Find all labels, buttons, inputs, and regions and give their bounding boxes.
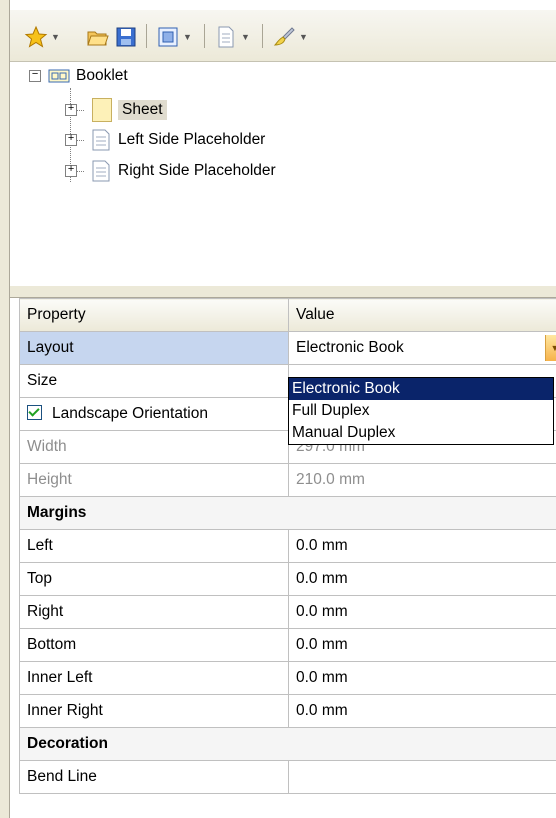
property-grid: Property Value Layout Electronic Book ▼ …: [19, 298, 556, 794]
property-name: Height: [19, 463, 289, 497]
property-row-layout[interactable]: Layout Electronic Book ▼: [19, 331, 556, 365]
property-name: Bottom: [19, 628, 289, 662]
property-value[interactable]: 0.0 mm: [288, 529, 556, 563]
property-value[interactable]: [288, 760, 556, 794]
tree-node-label: Booklet: [76, 67, 128, 84]
tree-node-label: Left Side Placeholder: [118, 131, 266, 148]
property-name: Width: [19, 430, 289, 464]
property-name: Top: [19, 562, 289, 596]
star-icon: [24, 25, 48, 48]
tree-node-label: Sheet: [118, 100, 167, 120]
open-folder-icon: [87, 31, 109, 46]
save-button[interactable]: [114, 24, 138, 50]
chevron-down-icon[interactable]: ▼: [299, 32, 308, 42]
property-name: Left: [19, 529, 289, 563]
property-value[interactable]: 0.0 mm: [288, 595, 556, 629]
property-row-bottom[interactable]: Bottom 0.0 mm: [19, 628, 556, 662]
property-name: Inner Right: [19, 694, 289, 728]
column-header-value[interactable]: Value: [288, 298, 556, 332]
landscape-checkbox[interactable]: [27, 405, 42, 420]
tree-node-sheet[interactable]: Sheet: [92, 98, 167, 122]
top-strip: [10, 0, 556, 10]
document-view-icon: [158, 27, 178, 47]
property-name: Bend Line: [19, 760, 289, 794]
chevron-down-icon[interactable]: ▼: [51, 32, 60, 42]
category-label: Decoration: [19, 727, 556, 761]
chevron-down-icon: ▼: [551, 343, 556, 353]
sheet-icon: [92, 98, 112, 122]
view-button[interactable]: ▼: [156, 24, 192, 50]
toolbar: ▼ ▼ ▼ ▼: [10, 10, 556, 62]
page-icon: [92, 160, 110, 182]
page-icon: [218, 26, 234, 48]
tree-node-left-placeholder[interactable]: Left Side Placeholder: [92, 128, 265, 152]
property-value[interactable]: 0.0 mm: [288, 694, 556, 728]
dropdown-option-manual-duplex[interactable]: Manual Duplex: [289, 422, 553, 444]
property-name-label: Landscape Orientation: [52, 405, 208, 422]
category-row-decoration[interactable]: Decoration: [19, 727, 556, 761]
property-value-layout[interactable]: Electronic Book ▼: [288, 331, 556, 365]
open-button[interactable]: [86, 24, 110, 50]
collapse-toggle[interactable]: −: [29, 70, 41, 82]
property-name: Size: [19, 364, 289, 398]
expand-toggle[interactable]: +: [65, 165, 77, 177]
save-icon: [116, 27, 136, 47]
column-header-property[interactable]: Property: [19, 298, 289, 332]
expand-toggle[interactable]: +: [65, 104, 77, 116]
property-row-bend-line[interactable]: Bend Line: [19, 760, 556, 794]
property-value[interactable]: 0.0 mm: [288, 661, 556, 695]
page-button[interactable]: ▼: [214, 24, 250, 50]
chevron-down-icon[interactable]: ▼: [183, 32, 192, 42]
favorites-button[interactable]: ▼: [24, 24, 60, 50]
tree-view: − Booklet + Sheet + Left Side Placeholde…: [10, 62, 556, 296]
property-value[interactable]: 0.0 mm: [288, 628, 556, 662]
property-value[interactable]: 0.0 mm: [288, 562, 556, 596]
category-row-margins[interactable]: Margins: [19, 496, 556, 530]
dropdown-button[interactable]: ▼: [545, 335, 556, 361]
booklet-icon: [48, 69, 70, 83]
dropdown-option-electronic-book[interactable]: Electronic Book: [289, 378, 553, 400]
toolbar-separator: [262, 24, 263, 48]
property-row-top[interactable]: Top 0.0 mm: [19, 562, 556, 596]
expand-toggle[interactable]: +: [65, 134, 77, 146]
chevron-down-icon[interactable]: ▼: [241, 32, 250, 42]
toolbar-separator: [204, 24, 205, 48]
layout-value: Electronic Book: [296, 339, 404, 356]
property-name: Right: [19, 595, 289, 629]
panel-splitter[interactable]: [10, 286, 556, 298]
toolbar-separator: [146, 24, 147, 48]
property-value: 210.0 mm: [288, 463, 556, 497]
layout-dropdown-list: Electronic Book Full Duplex Manual Duple…: [288, 377, 554, 445]
tree-node-booklet[interactable]: Booklet: [48, 64, 128, 88]
grid-header: Property Value: [19, 298, 556, 332]
property-row-inner-right[interactable]: Inner Right 0.0 mm: [19, 694, 556, 728]
property-name-landscape: Landscape Orientation: [19, 397, 289, 431]
property-name: Inner Left: [19, 661, 289, 695]
category-label: Margins: [19, 496, 556, 530]
property-row-right[interactable]: Right 0.0 mm: [19, 595, 556, 629]
property-row-left[interactable]: Left 0.0 mm: [19, 529, 556, 563]
brush-icon: [273, 27, 295, 46]
property-row-height: Height 210.0 mm: [19, 463, 556, 497]
brush-button[interactable]: ▼: [272, 24, 308, 50]
tree-node-right-placeholder[interactable]: Right Side Placeholder: [92, 159, 276, 183]
tree-node-label: Right Side Placeholder: [118, 162, 276, 179]
dropdown-option-full-duplex[interactable]: Full Duplex: [289, 400, 553, 422]
window-left-border: [0, 0, 10, 818]
property-row-inner-left[interactable]: Inner Left 0.0 mm: [19, 661, 556, 695]
property-name: Layout: [19, 331, 289, 365]
page-icon: [92, 129, 110, 151]
